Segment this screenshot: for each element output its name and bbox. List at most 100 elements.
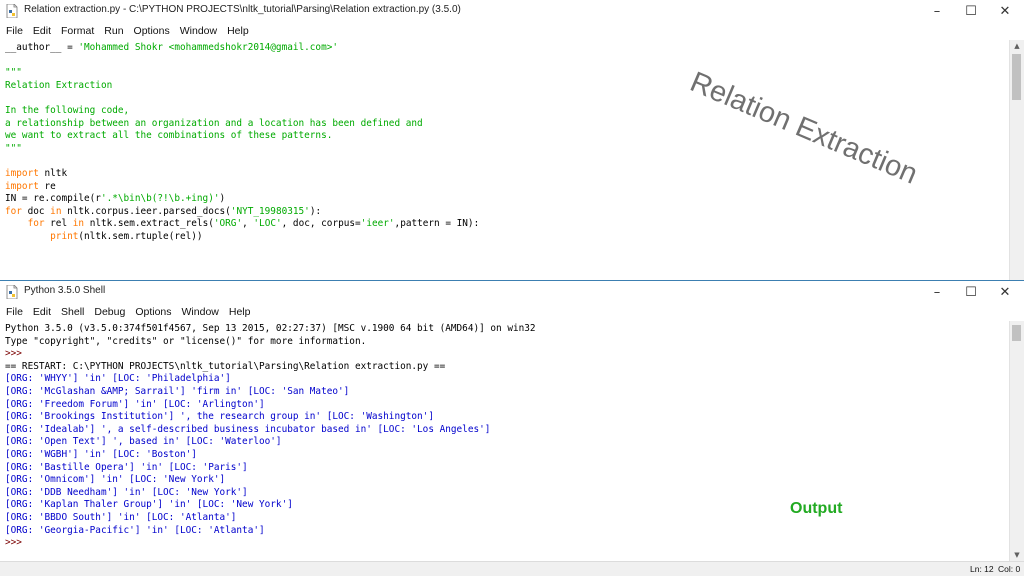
python-file-icon [6, 285, 18, 299]
code-token: 'Mohammed Shokr <mohammedshokr2014@gmail… [78, 42, 339, 53]
minimize-icon: – [933, 3, 941, 19]
shell-line: == RESTART: C:\PYTHON PROJECTS\nltk_tuto… [5, 361, 1010, 374]
window-title: Relation extraction.py - C:\PYTHON PROJE… [24, 4, 461, 15]
shell-output[interactable]: Python 3.5.0 (v3.5.0:374f501f4567, Sep 1… [0, 323, 1010, 550]
shell-menu-debug[interactable]: Debug [94, 306, 125, 318]
shell-token: [ORG: 'BBDO South'] 'in' [LOC: 'Atlanta'… [5, 511, 237, 523]
shell-token: [ORG: 'WGBH'] 'in' [LOC: 'Boston'] [5, 448, 197, 460]
editor-scrollbar[interactable]: ▲ [1009, 40, 1024, 280]
code-token: ): [309, 205, 322, 217]
minimize-icon: – [933, 284, 941, 300]
scroll-thumb[interactable] [1012, 325, 1021, 341]
shell-menu-window[interactable]: Window [182, 306, 219, 318]
shell-line: [ORG: 'Open Text'] ', based in' [LOC: 'W… [5, 436, 1010, 449]
shell-menu-help[interactable]: Help [229, 306, 251, 318]
shell-token: [ORG: 'Idealab'] ', a self-described bus… [5, 423, 491, 435]
shell-token: [ORG: 'DDB Needham'] 'in' [LOC: 'New Yor… [5, 486, 248, 498]
code-token: IN = re.compile(r [5, 193, 101, 205]
shell-line: [ORG: 'BBDO South'] 'in' [LOC: 'Atlanta'… [5, 512, 1010, 525]
maximize-button[interactable]: ☐ [954, 281, 988, 303]
close-button[interactable]: ✕ [988, 0, 1022, 22]
code-token: , [242, 218, 254, 230]
shell-token: Type "copyright", "credits" or "license(… [5, 335, 367, 347]
shell-menubar: File Edit Shell Debug Options Window Help [0, 303, 1024, 321]
shell-token: [ORG: 'Georgia-Pacific'] 'in' [LOC: 'Atl… [5, 524, 265, 536]
shell-token: [ORG: 'Kaplan Thaler Group'] 'in' [LOC: … [5, 499, 293, 511]
editor-menu-options[interactable]: Options [134, 25, 170, 37]
code-token: rel [44, 218, 73, 230]
scroll-up-icon[interactable]: ▲ [1010, 40, 1024, 52]
shell-line: [ORG: 'Idealab'] ', a self-described bus… [5, 424, 1010, 437]
close-button[interactable]: ✕ [988, 281, 1022, 303]
line-number: Ln: 12 [970, 564, 994, 574]
shell-prompt: >>> [5, 537, 22, 549]
code-token: , doc, corpus= [281, 218, 361, 230]
window-title: Python 3.5.0 Shell [24, 285, 106, 296]
code-token: 'NYT_19980315' [230, 205, 310, 217]
shell-menu-options[interactable]: Options [135, 306, 171, 318]
maximize-button[interactable]: ☐ [954, 0, 988, 22]
code-token: import [5, 180, 39, 192]
shell-menu-shell[interactable]: Shell [61, 306, 84, 318]
shell-token: [ORG: 'Freedom Forum'] 'in' [LOC: 'Arlin… [5, 398, 265, 410]
code-token: Relation Extraction [5, 79, 113, 91]
code-line: __author__ = 'Mohammed Shokr <mohammedsh… [5, 42, 1010, 55]
shell-token: [ORG: 'WHYY'] 'in' [LOC: 'Philadelphia'] [5, 373, 231, 385]
shell-line: [ORG: 'Omnicom'] 'in' [LOC: 'New York'] [5, 474, 1010, 487]
code-token: import [5, 167, 39, 179]
code-token: ,pattern = IN): [394, 218, 480, 230]
shell-line: >>> [5, 537, 1010, 550]
output-label: Output [790, 500, 843, 517]
code-line: for doc in nltk.corpus.ieer.parsed_docs(… [5, 206, 1010, 219]
code-token: in [50, 205, 62, 217]
code-token: a relationship between an organization a… [5, 117, 423, 129]
maximize-icon: ☐ [965, 284, 977, 300]
code-token: in [72, 218, 85, 230]
shell-line: Python 3.5.0 (v3.5.0:374f501f4567, Sep 1… [5, 323, 1010, 336]
shell-menu-edit[interactable]: Edit [33, 306, 51, 318]
status-bar: Ln: 12 Col: 0 [0, 561, 1024, 576]
shell-line: [ORG: 'Bastille Opera'] 'in' [LOC: 'Pari… [5, 462, 1010, 475]
shell-line: >>> [5, 348, 1010, 361]
code-token: 'LOC' [253, 218, 282, 230]
code-line: print(nltk.sem.rtuple(rel)) [5, 231, 1010, 244]
minimize-button[interactable]: – [920, 0, 954, 22]
shell-token: [ORG: 'Bastille Opera'] 'in' [LOC: 'Pari… [5, 461, 248, 473]
code-token: 'ORG' [213, 218, 243, 230]
maximize-icon: ☐ [965, 3, 977, 19]
editor-menu-help[interactable]: Help [227, 25, 249, 37]
code-token: 'ieer' [360, 218, 395, 230]
code-token: for [27, 218, 45, 230]
shell-titlebar[interactable]: Python 3.5.0 Shell – ☐ ✕ [0, 281, 1024, 303]
code-line: a relationship between an organization a… [5, 118, 1010, 131]
shell-line: [ORG: 'Georgia-Pacific'] 'in' [LOC: 'Atl… [5, 525, 1010, 538]
code-token: nltk.corpus.ieer.parsed_docs( [61, 205, 231, 217]
column-number: Col: 0 [998, 564, 1021, 574]
shell-line: [ORG: 'DDB Needham'] 'in' [LOC: 'New Yor… [5, 487, 1010, 500]
python-file-icon [6, 4, 18, 18]
shell-line: [ORG: 'Freedom Forum'] 'in' [LOC: 'Arlin… [5, 399, 1010, 412]
shell-token: [ORG: 'Open Text'] ', based in' [LOC: 'W… [5, 436, 282, 448]
scroll-down-icon[interactable]: ▼ [1010, 549, 1024, 561]
editor-menu-format[interactable]: Format [61, 25, 94, 37]
minimize-button[interactable]: – [920, 281, 954, 303]
code-line: In the following code, [5, 105, 1010, 118]
shell-token: [ORG: 'McGlashan &AMP; Sarrail'] 'firm i… [5, 385, 350, 397]
editor-titlebar[interactable]: Relation extraction.py - C:\PYTHON PROJE… [0, 0, 1024, 22]
code-line: """ [5, 67, 1010, 80]
editor-menu-edit[interactable]: Edit [33, 25, 51, 37]
scroll-thumb[interactable] [1012, 54, 1021, 100]
editor-menu-window[interactable]: Window [180, 25, 217, 37]
shell-token: Python 3.5.0 (v3.5.0:374f501f4567, Sep 1… [5, 323, 536, 334]
code-line: IN = re.compile(r'.*\bin\b(?!\b.+ing)') [5, 193, 1010, 206]
code-line: import re [5, 181, 1010, 194]
editor-menu-run[interactable]: Run [104, 25, 123, 37]
code-token: print [50, 230, 79, 242]
shell-scrollbar[interactable]: ▼ [1009, 321, 1024, 562]
shell-menu-file[interactable]: File [6, 306, 23, 318]
editor-menu-file[interactable]: File [6, 25, 23, 37]
shell-token: [ORG: 'Omnicom'] 'in' [LOC: 'New York'] [5, 474, 226, 486]
